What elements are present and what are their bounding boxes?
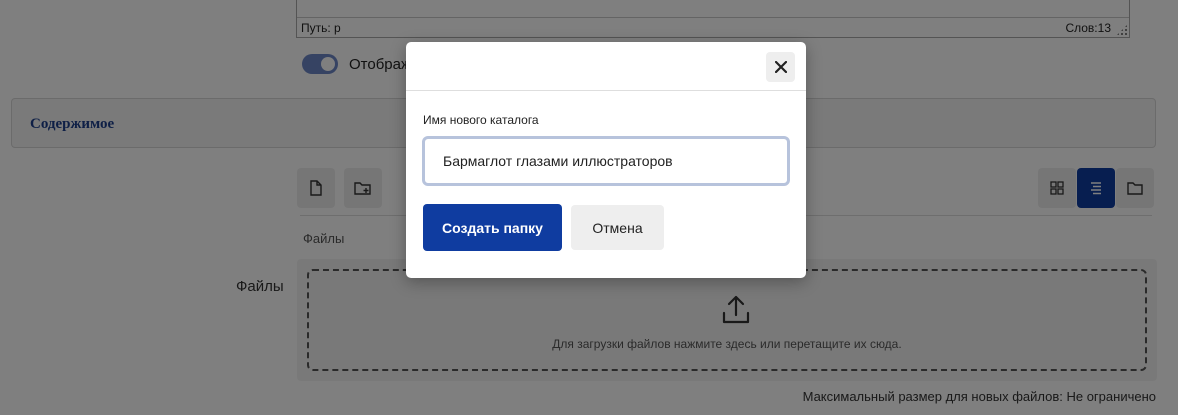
dialog-header — [406, 42, 806, 91]
close-icon — [774, 61, 787, 73]
cancel-button[interactable]: Отмена — [571, 205, 664, 250]
create-folder-submit-button[interactable]: Создать папку — [423, 204, 562, 251]
folder-name-input[interactable] — [422, 136, 790, 186]
close-button[interactable] — [766, 52, 795, 82]
folder-name-label: Имя нового каталога — [423, 113, 539, 127]
create-folder-dialog: Имя нового каталога Создать папку Отмена — [406, 42, 806, 278]
